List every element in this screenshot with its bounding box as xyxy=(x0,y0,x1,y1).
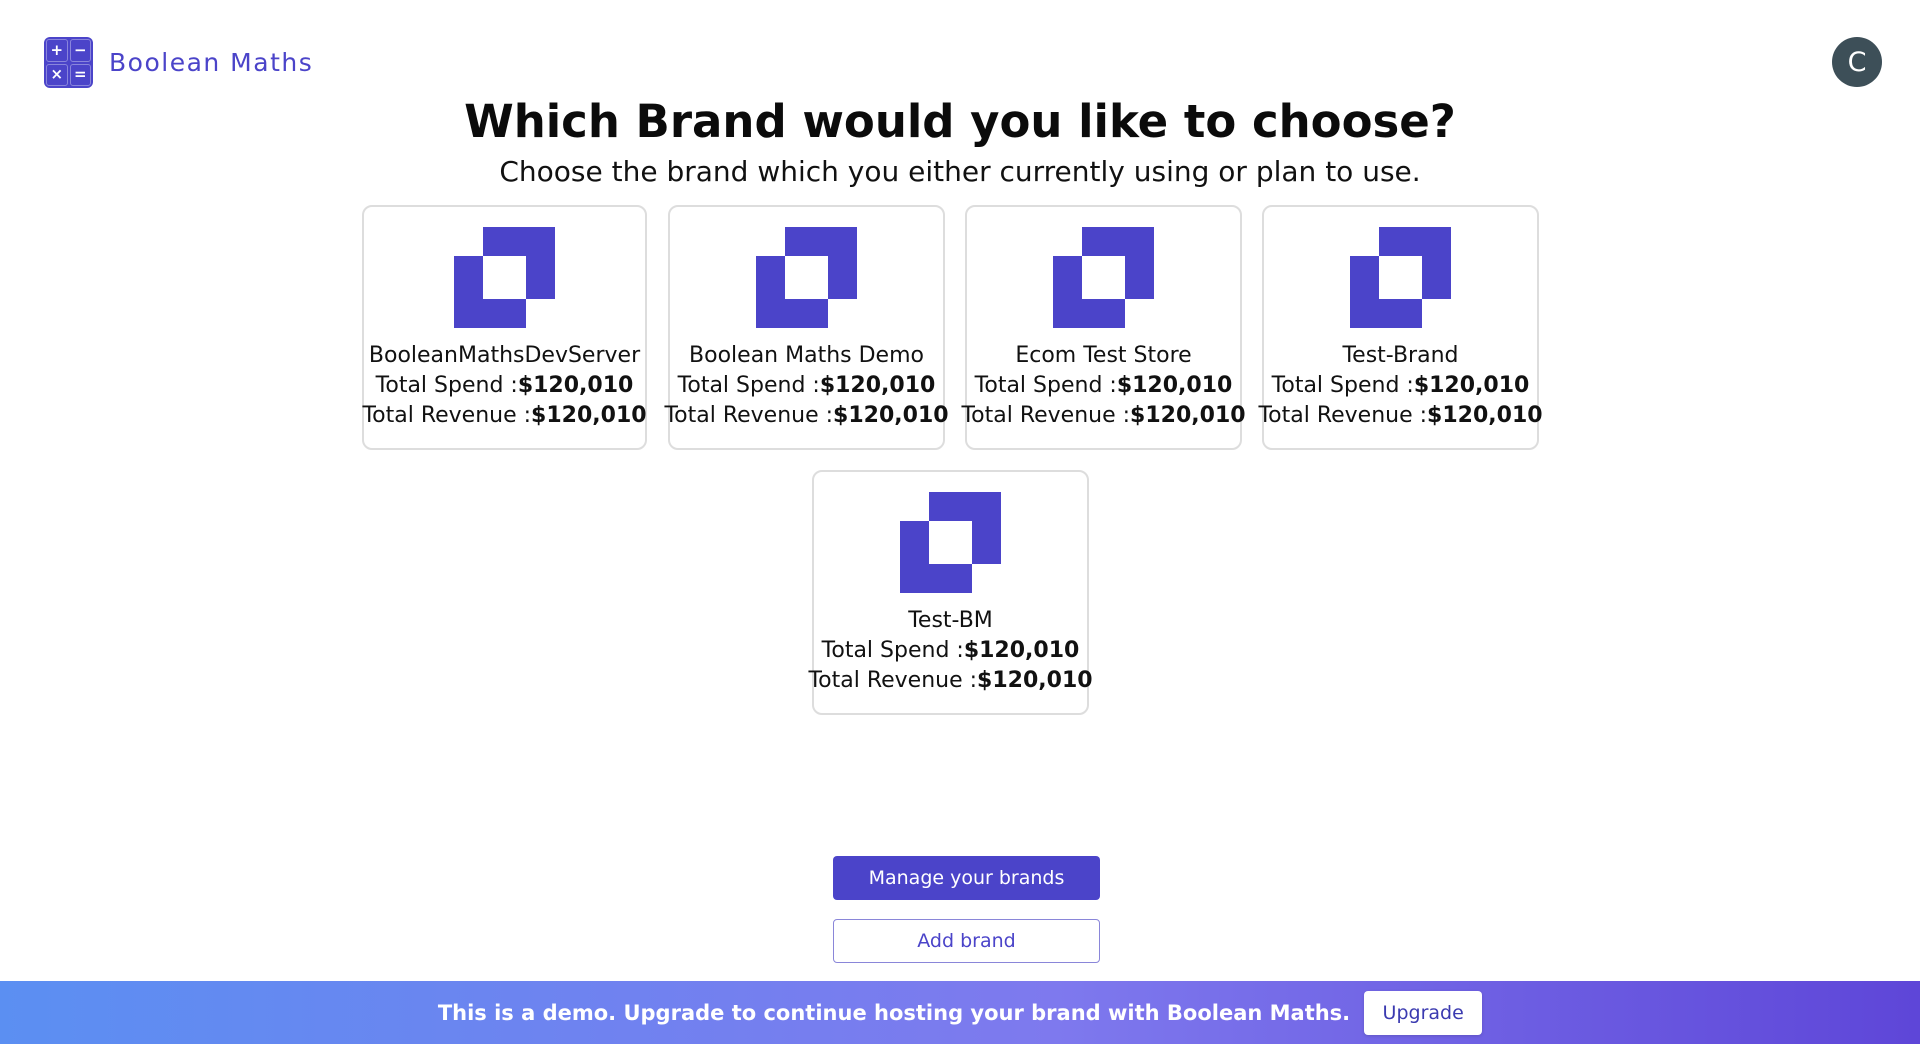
page-title: Which Brand would you like to choose? xyxy=(464,95,1456,148)
total-revenue: Total Revenue :$120,010 xyxy=(961,403,1246,428)
brand-name: BooleanMathsDevServer xyxy=(368,343,641,368)
brand-logo-icon xyxy=(1350,227,1451,328)
page-subtitle: Choose the brand which you either curren… xyxy=(499,155,1421,188)
app-name: Boolean Maths xyxy=(109,48,314,77)
user-avatar[interactable]: C xyxy=(1832,37,1882,87)
upgrade-button[interactable]: Upgrade xyxy=(1364,990,1483,1035)
brand-name: Boolean Maths Demo xyxy=(689,343,924,368)
brand-card[interactable]: BooleanMathsDevServer Total Spend :$120,… xyxy=(362,205,647,450)
total-spend: Total Spend :$120,010 xyxy=(677,373,936,398)
brand-card[interactable]: Test-BM Total Spend :$120,010 Total Reve… xyxy=(808,470,1093,715)
total-spend: Total Spend :$120,010 xyxy=(1271,373,1530,398)
demo-banner-text: This is a demo. Upgrade to continue host… xyxy=(437,1000,1351,1025)
total-spend: Total Spend :$120,010 xyxy=(974,373,1233,398)
brand-name: Ecom Test Store xyxy=(1015,343,1192,368)
total-revenue: Total Revenue :$120,010 xyxy=(808,668,1093,693)
calculator-icon: + − × = xyxy=(44,37,93,88)
brand-logo-icon xyxy=(900,492,1001,593)
brand-card[interactable]: Ecom Test Store Total Spend :$120,010 To… xyxy=(961,205,1246,450)
brand-selection-page: + − × = Boolean Maths C Which Brand would y… xyxy=(0,0,1920,1044)
total-revenue: Total Revenue :$120,010 xyxy=(1258,403,1543,428)
total-revenue: Total Revenue :$120,010 xyxy=(362,403,647,428)
brand-name: Test-BM xyxy=(908,608,993,633)
brand-logo-icon xyxy=(454,227,555,328)
demo-banner: This is a demo. Upgrade to continue host… xyxy=(0,981,1920,1044)
total-spend: Total Spend :$120,010 xyxy=(375,373,634,398)
brand-logo-icon xyxy=(756,227,857,328)
brand-name: Test-Brand xyxy=(1342,343,1459,368)
app-logo[interactable]: + − × = Boolean Maths xyxy=(44,37,313,88)
total-revenue: Total Revenue :$120,010 xyxy=(664,403,949,428)
brand-card[interactable]: Test-Brand Total Spend :$120,010 Total R… xyxy=(1258,205,1543,450)
brand-card[interactable]: Boolean Maths Demo Total Spend :$120,010… xyxy=(664,205,949,450)
manage-brands-button[interactable]: Manage your brands xyxy=(833,856,1100,900)
brand-logo-icon xyxy=(1053,227,1154,328)
total-spend: Total Spend :$120,010 xyxy=(821,638,1080,663)
add-brand-button[interactable]: Add brand xyxy=(833,919,1100,963)
